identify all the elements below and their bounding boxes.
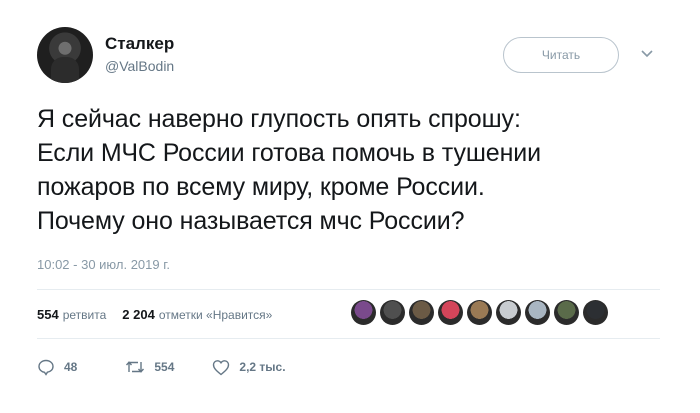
chevron-down-icon[interactable]	[640, 47, 654, 61]
reply-action[interactable]: 48	[37, 358, 77, 376]
liker-avatar-5[interactable]	[467, 300, 492, 325]
likes-count[interactable]: 2 204	[122, 307, 155, 322]
author-avatar[interactable]	[37, 27, 93, 83]
tweet-line: пожаров по всему миру, кроме России.	[37, 173, 485, 201]
like-action[interactable]: 2,2 тыс.	[212, 359, 286, 376]
author-handle[interactable]: @ValBodin	[105, 58, 174, 74]
tweet-text: Я сейчас наверно глупость опять спрошу: …	[37, 102, 677, 238]
liker-avatar-6[interactable]	[496, 300, 521, 325]
liker-avatar-9[interactable]	[583, 300, 608, 325]
liker-avatar-1[interactable]	[351, 300, 376, 325]
reply-icon[interactable]	[37, 358, 55, 376]
liker-avatar-4[interactable]	[438, 300, 463, 325]
tweet-timestamp[interactable]: 10:02 - 30 июл. 2019 г.	[37, 257, 170, 272]
heart-icon[interactable]	[212, 359, 230, 376]
action-bar: 48 554 2,2 тыс.	[37, 358, 286, 376]
liker-avatar-8[interactable]	[554, 300, 579, 325]
retweets-label[interactable]: ретвита	[63, 308, 107, 322]
liker-avatar-2[interactable]	[380, 300, 405, 325]
tweet-line: Я сейчас наверно глупость опять спрошу:	[37, 105, 521, 133]
divider	[37, 338, 660, 339]
likers-avatars	[351, 300, 608, 325]
retweets-count[interactable]: 554	[37, 307, 59, 322]
tweet-line: Почему оно называется мчс России?	[37, 207, 465, 235]
reply-count: 48	[64, 360, 78, 374]
like-count: 2,2 тыс.	[239, 360, 286, 374]
retweet-action[interactable]: 554	[125, 358, 174, 376]
likes-label[interactable]: отметки «Нравится»	[159, 308, 273, 322]
author-name[interactable]: Сталкер	[105, 34, 174, 54]
retweet-icon[interactable]	[125, 358, 145, 376]
retweet-count: 554	[154, 360, 175, 374]
follow-button[interactable]: Читать	[503, 37, 619, 73]
liker-avatar-3[interactable]	[409, 300, 434, 325]
tweet-line: Если МЧС России готова помочь в тушении	[37, 139, 542, 167]
liker-avatar-7[interactable]	[525, 300, 550, 325]
divider	[37, 289, 660, 290]
stats-row: 554 ретвита 2 204 отметки «Нравится»	[37, 307, 272, 322]
